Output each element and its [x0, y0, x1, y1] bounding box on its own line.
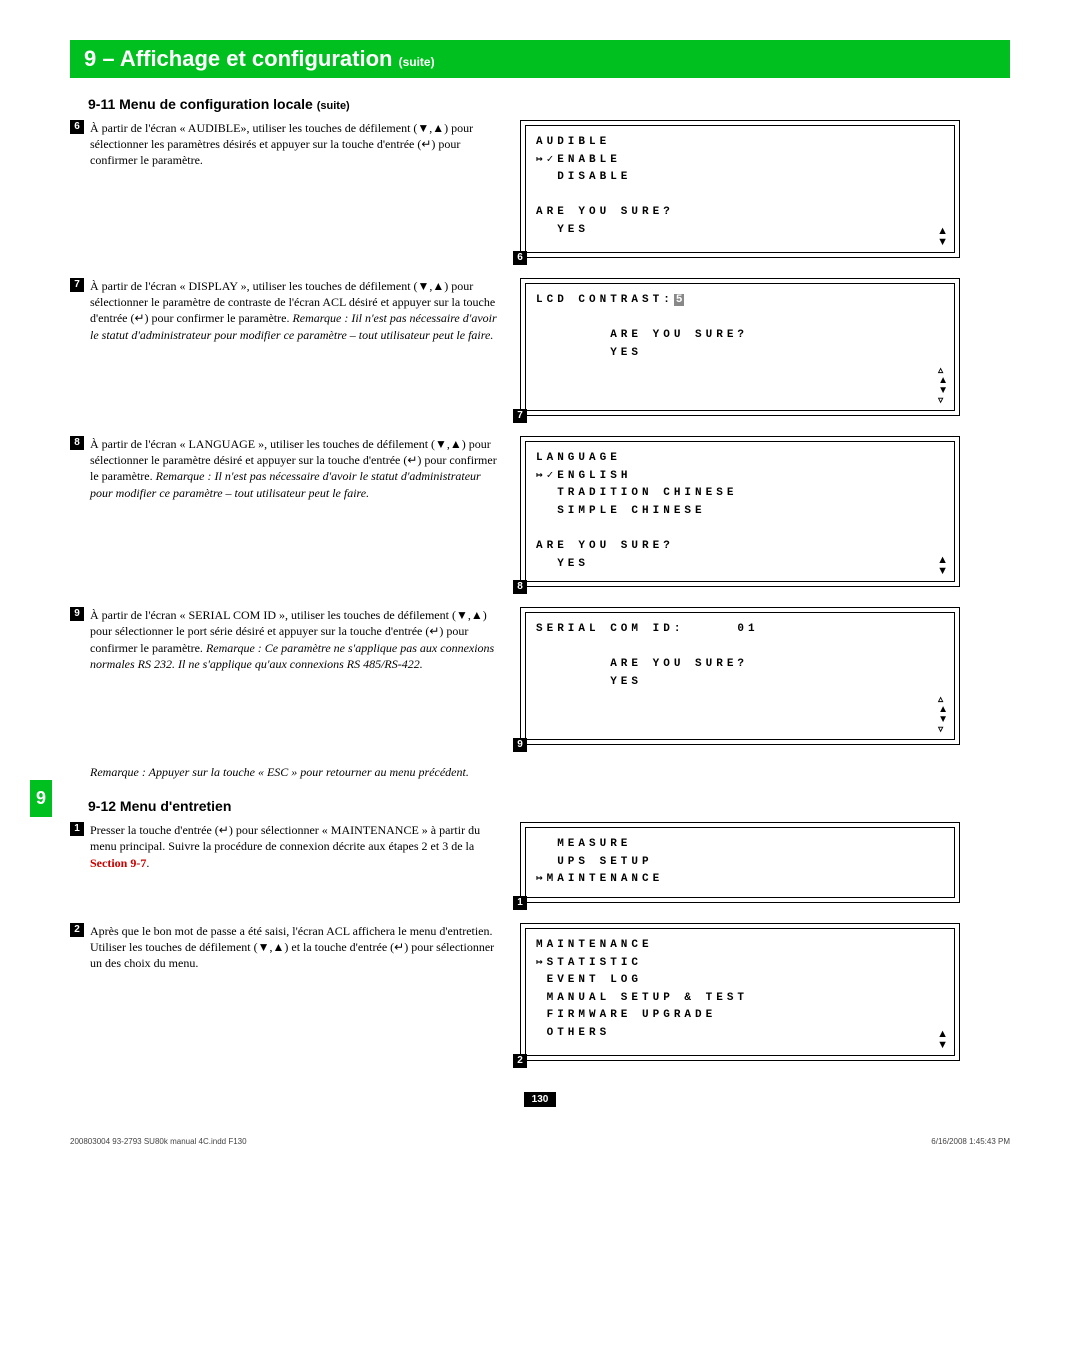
lcd-screen-m1: MEASURE UPS SETUP ↦MAINTENANCE	[525, 827, 955, 898]
lcd-screen-8: LANGUAGE ↦✓ENGLISH TRADITION CHINESE SIM…	[525, 441, 955, 582]
lcd-line: OTHERS	[536, 1027, 610, 1039]
step-text-7: À partir de l'écran « DISPLAY », utilise…	[90, 278, 500, 343]
lcd-line: AUDIBLE	[536, 136, 610, 148]
subhead-9-11: 9-11 Menu de configuration locale (suite…	[88, 96, 1010, 112]
step-text-8: À partir de l'écran « LANGUAGE », utilis…	[90, 436, 500, 501]
lcd-panel-6: 6 AUDIBLE ↦✓ENABLE DISABLE ARE YOU SURE?…	[520, 120, 960, 258]
subhead-title: Menu d'entretien	[120, 798, 231, 814]
lcd-line: SIMPLE CHINESE	[536, 505, 706, 517]
footer: 200803004 93-2793 SU80k manual 4C.indd F…	[70, 1137, 1010, 1146]
lcd-line: UPS SETUP	[536, 856, 653, 868]
lcd-badge-8: 8	[513, 580, 527, 594]
step-badge-7: 7	[70, 278, 84, 292]
section-banner: 9 – Affichage et configuration (suite)	[70, 40, 1010, 78]
lcd-line: ARE YOU SURE?	[536, 329, 748, 341]
step-badge-8: 8	[70, 436, 84, 450]
lcd-line: ↦✓ENGLISH	[536, 470, 631, 482]
lcd-line: ↦STATISTIC	[536, 957, 642, 969]
lcd-line: ARE YOU SURE?	[536, 658, 748, 670]
lcd-badge-7: 7	[513, 409, 527, 423]
lcd-panel-8: 8 LANGUAGE ↦✓ENGLISH TRADITION CHINESE S…	[520, 436, 960, 587]
banner-title: Affichage et configuration	[120, 46, 393, 71]
lcd-line: YES	[536, 224, 589, 236]
lcd-highlight: 5	[674, 294, 685, 306]
step-text-m2: Après que le bon mot de passe a été sais…	[90, 923, 500, 972]
lcd-line: YES	[536, 558, 589, 570]
subhead-num: 9-11	[88, 96, 115, 112]
scroll-arrows-icon: ▲▼	[937, 1029, 948, 1051]
step-text-6: À partir de l'écran « AUDIBLE», utiliser…	[90, 120, 500, 169]
footer-left: 200803004 93-2793 SU80k manual 4C.indd F…	[70, 1137, 247, 1146]
scroll-arrows-icon: ▲▼	[937, 555, 948, 577]
step-badge-m2: 2	[70, 923, 84, 937]
lcd-line: ARE YOU SURE?	[536, 540, 674, 552]
lcd-line: YES	[536, 676, 642, 688]
lcd-screen-9: SERIAL COM ID: 01 ARE YOU SURE? YES ▵▲▼▿	[525, 612, 955, 740]
step-badge-m1: 1	[70, 822, 84, 836]
lcd-screen-6: AUDIBLE ↦✓ENABLE DISABLE ARE YOU SURE? Y…	[525, 125, 955, 253]
page-number-badge: 130	[524, 1092, 557, 1107]
step-badge-6: 6	[70, 120, 84, 134]
step-text-m1: Presser la touche d'entrée (↵) pour séle…	[90, 822, 500, 871]
subhead-num: 9-12	[88, 798, 116, 814]
side-tab: 9	[30, 780, 52, 817]
lcd-line: EVENT LOG	[536, 974, 642, 986]
lcd-line: MAINTENANCE	[536, 939, 653, 951]
lcd-line: DISABLE	[536, 171, 631, 183]
lcd-line: MEASURE	[536, 838, 631, 850]
lcd-panel-m2: 2 MAINTENANCE ↦STATISTIC EVENT LOG MANUA…	[520, 923, 960, 1061]
lcd-line: LCD CONTRAST:	[536, 294, 674, 306]
lcd-panel-9: 9 SERIAL COM ID: 01 ARE YOU SURE? YES ▵▲…	[520, 607, 960, 745]
subhead-title: Menu de configuration locale	[119, 96, 313, 112]
lcd-line: MANUAL SETUP & TEST	[536, 992, 748, 1004]
lcd-badge-6: 6	[513, 251, 527, 265]
banner-num: 9	[84, 46, 96, 71]
subhead-9-12: 9-12 Menu d'entretien	[88, 798, 1010, 814]
lcd-screen-m2: MAINTENANCE ↦STATISTIC EVENT LOG MANUAL …	[525, 928, 955, 1056]
subhead-suite: (suite)	[317, 100, 350, 112]
step-text-9: À partir de l'écran « SERIAL COM ID », u…	[90, 607, 500, 672]
lcd-badge-m1: 1	[513, 896, 527, 910]
lcd-badge-9: 9	[513, 738, 527, 752]
scroll-arrows-icon: ▲▼	[937, 226, 948, 248]
scroll-arrows-icon: ▵▲▼▿	[938, 695, 948, 735]
scroll-arrows-icon: ▵▲▼▿	[938, 366, 948, 406]
lcd-line: ↦✓ENABLE	[536, 154, 621, 166]
step-text: Presser la touche d'entrée (↵) pour séle…	[90, 823, 480, 853]
footer-right: 6/16/2008 1:45:43 PM	[931, 1137, 1010, 1146]
lcd-line: FIRMWARE UPGRADE	[536, 1009, 716, 1021]
step-badge-9: 9	[70, 607, 84, 621]
lcd-line: ↦MAINTENANCE	[536, 873, 663, 885]
lcd-line: TRADITION CHINESE	[536, 487, 737, 499]
lcd-badge-m2: 2	[513, 1054, 527, 1068]
lcd-panel-7: 7 LCD CONTRAST:5 ARE YOU SURE? YES ▵▲▼▿	[520, 278, 960, 416]
lcd-line: SERIAL COM ID: 01	[536, 623, 759, 635]
lcd-line: YES	[536, 347, 642, 359]
lcd-line: ARE YOU SURE?	[536, 206, 674, 218]
banner-suite: (suite)	[399, 55, 435, 69]
lcd-line: LANGUAGE	[536, 452, 621, 464]
step-text: .	[146, 856, 149, 870]
page-number: 130	[70, 1091, 1010, 1107]
lcd-screen-7: LCD CONTRAST:5 ARE YOU SURE? YES ▵▲▼▿	[525, 283, 955, 411]
esc-note: Remarque : Appuyer sur la touche « ESC »…	[90, 765, 1010, 780]
section-ref-link: Section 9-7	[90, 856, 146, 870]
lcd-panel-m1: 1 MEASURE UPS SETUP ↦MAINTENANCE	[520, 822, 960, 903]
